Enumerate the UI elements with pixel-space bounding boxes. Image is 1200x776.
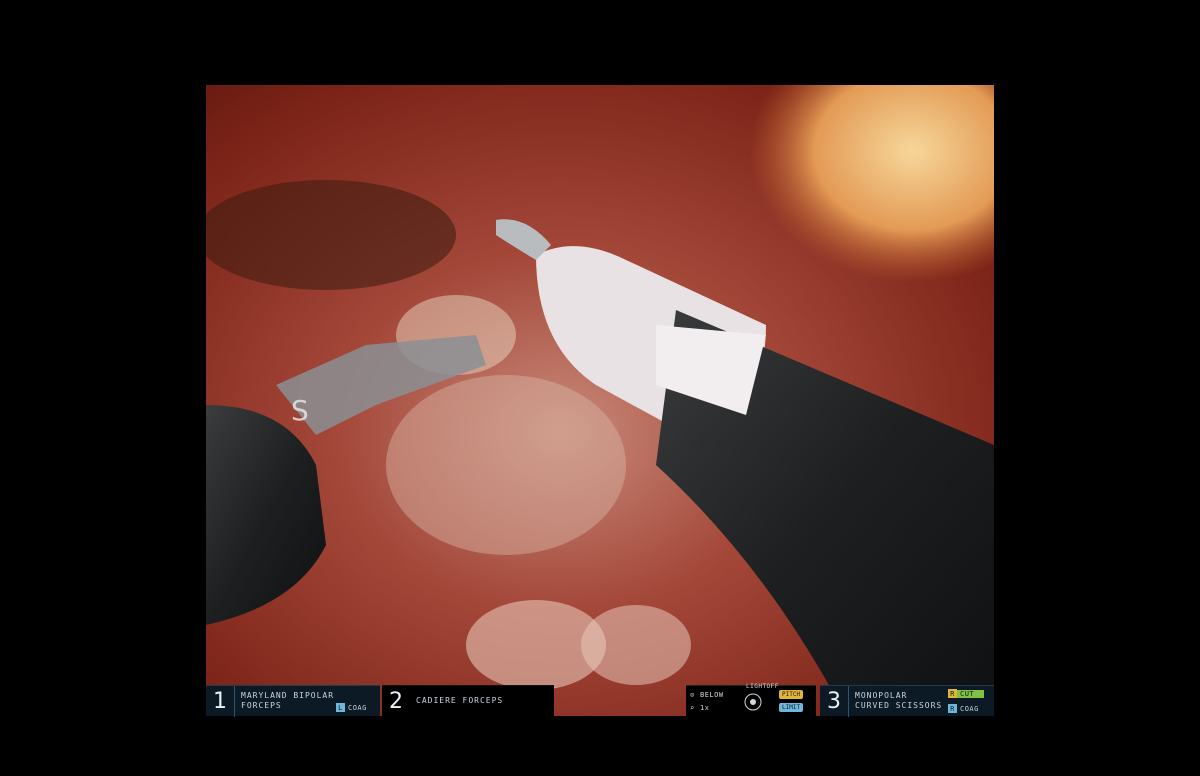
arm-1-name-line-1: MARYLAND BIPOLAR: [241, 691, 335, 700]
arm-3-name-line-1: MONOPOLAR: [855, 691, 908, 700]
arm-2-number: 2: [389, 688, 403, 714]
arm-3-panel: 3 MONOPOLAR CURVED SCISSORS R CUT R COAG: [820, 685, 994, 717]
zoom-icon: ⌕: [690, 704, 695, 712]
arm-3-coag-label: COAG: [960, 704, 979, 713]
arm-3-number: 3: [820, 685, 849, 717]
arm-3-instrument-name: MONOPOLAR CURVED SCISSORS: [849, 691, 942, 711]
arm-3-energy-key: R: [948, 689, 957, 698]
arm-2-instrument-name: CADIERE FORCEPS: [416, 696, 504, 705]
arm-1-instrument-name: MARYLAND BIPOLAR FORCEPS: [235, 691, 334, 711]
arm-3-name-line-2: CURVED SCISSORS: [855, 701, 943, 710]
light-label: LIGHTOFF: [746, 683, 779, 690]
surgical-scene: S: [206, 85, 994, 716]
camera-angle-icon: ⊙: [690, 691, 695, 699]
arm-3-coag-key: R: [948, 704, 957, 713]
camera-orientation-icon: [744, 693, 762, 711]
svg-text:S: S: [291, 394, 309, 427]
limit-pill-label: LIMIT: [782, 704, 801, 711]
arm-1-panel: 1 MARYLAND BIPOLAR FORCEPS L COAG: [206, 685, 380, 717]
arm-1-energy-key: L: [336, 703, 345, 712]
pitch-pill: PITCH: [779, 690, 804, 699]
endoscope-video-feed: S: [206, 85, 994, 716]
arm-3-cut-tag: R CUT: [948, 689, 985, 698]
arm-1-energy-label: COAG: [348, 703, 367, 712]
pitch-pill-label: PITCH: [782, 691, 801, 698]
arm-1-name-line-2: FORCEPS: [241, 701, 282, 710]
arm-1-number: 1: [206, 685, 235, 717]
limit-pill: LIMIT: [779, 703, 804, 712]
arm-3-cut-label: CUT: [957, 689, 985, 698]
camera-status-panel: ⊙ BELOW ⌕ 1x LIGHTOFF PITCH LIMIT: [686, 683, 816, 716]
arm-3-coag-tag: R COAG: [948, 704, 979, 713]
arm-2-panel: 2 CADIERE FORCEPS: [382, 685, 554, 716]
camera-angle-label: BELOW: [700, 691, 724, 699]
arm-1-energy-tag: L COAG: [336, 703, 367, 712]
zoom-level: 1x: [700, 704, 710, 712]
